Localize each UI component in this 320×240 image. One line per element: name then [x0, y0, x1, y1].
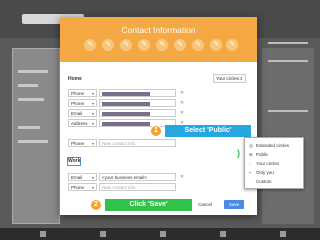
- background-text-line: [268, 42, 308, 44]
- contact-type-value: Phone: [71, 91, 85, 96]
- taskbar-icon: [40, 231, 46, 237]
- chevron-updown-icon: ⇕: [239, 76, 243, 81]
- option-label: Extended circles: [256, 143, 290, 148]
- pencil-icon[interactable]: ✎: [226, 39, 238, 51]
- home-section-label: Home: [68, 76, 82, 82]
- contact-row: Email ▾ ✕: [68, 109, 184, 117]
- contact-row: Phone ▾ ✕: [68, 89, 184, 97]
- new-contact-field[interactable]: New contact info: [99, 183, 176, 191]
- background-text-line: [18, 70, 48, 73]
- pencil-icon[interactable]: ✎: [102, 39, 114, 51]
- contact-type-value: Email: [71, 111, 83, 116]
- chevron-down-icon: ▾: [91, 111, 94, 116]
- contact-type-value: Email: [71, 175, 83, 180]
- pencil-icon[interactable]: ✎: [210, 39, 222, 51]
- contact-type-select[interactable]: Address ▾: [68, 119, 97, 127]
- dialog-header: Contact Information ✎ ✎ ✎ ✎ ✎ ✎ ✎ ✎ ✎: [60, 17, 257, 62]
- chevron-down-icon: ▾: [91, 91, 94, 96]
- new-contact-field[interactable]: New contact info: [99, 139, 176, 147]
- chevron-down-icon: ▾: [91, 101, 94, 106]
- close-icon[interactable]: ✕: [180, 173, 184, 181]
- save-button[interactable]: Save: [224, 200, 244, 209]
- home-visibility-value: Your circles: [216, 76, 240, 81]
- option-label: Only you: [256, 170, 274, 175]
- contact-row: Phone ▾ New contact info: [68, 183, 178, 191]
- contact-type-value: Address: [71, 121, 88, 126]
- pencil-icon[interactable]: ✎: [84, 39, 96, 51]
- dialog-title: Contact Information: [121, 25, 196, 35]
- contact-type-select[interactable]: Phone ▾: [68, 89, 97, 97]
- contact-type-select[interactable]: Email ▾: [68, 173, 97, 181]
- globe-icon: ⊕: [249, 152, 253, 157]
- chevron-down-icon: ▾: [91, 121, 94, 126]
- work-section-label: Work: [67, 157, 81, 166]
- cancel-button[interactable]: Cancel: [198, 200, 212, 210]
- visibility-option-public[interactable]: ⊕ Public: [249, 152, 268, 158]
- redacted-value: [102, 121, 150, 126]
- contact-value-field[interactable]: [99, 89, 176, 97]
- chevron-down-icon: ▾: [91, 175, 94, 180]
- taskbar-icon: [160, 231, 166, 237]
- chevron-down-icon: ▾: [91, 185, 94, 190]
- pencil-icon[interactable]: ✎: [174, 39, 186, 51]
- visibility-option-your-circles[interactable]: ◌ Your circles: [249, 161, 279, 167]
- background-left-panel: [12, 48, 60, 224]
- circles-icon: ◌: [249, 161, 252, 166]
- contact-row: Address ▾ ✕: [68, 119, 184, 127]
- step-2-callout: Click 'Save': [105, 199, 192, 211]
- background-text-line: [268, 60, 308, 62]
- background-right-panel: [262, 48, 314, 224]
- step-1-callout: Select 'Public': [165, 125, 251, 137]
- option-label: Public: [256, 152, 269, 157]
- home-visibility-select[interactable]: Your circles ⇕: [213, 74, 246, 83]
- contact-value-field[interactable]: [99, 99, 176, 107]
- redacted-value: [102, 101, 150, 106]
- visibility-dropdown: ◎ Extended circles ⊕ Public ◌ Your circles …: [244, 137, 304, 189]
- redacted-value: [102, 91, 150, 96]
- step-1-badge: 1: [150, 125, 162, 137]
- background-text-line: [18, 140, 48, 143]
- contact-type-value: Phone: [71, 185, 85, 190]
- contact-value-field[interactable]: [99, 109, 176, 117]
- contact-row: Phone ▾ ✕: [68, 99, 184, 107]
- pencil-icon[interactable]: ✎: [156, 39, 168, 51]
- contact-row: Phone ▾ New contact info: [68, 139, 178, 147]
- contact-type-select[interactable]: Phone ▾: [68, 139, 97, 147]
- visibility-option-only-you[interactable]: ▪ Only you: [249, 170, 274, 176]
- background-text-line: [18, 84, 38, 87]
- contact-value-field[interactable]: <your business email>: [99, 173, 176, 181]
- pencil-icon[interactable]: ✎: [192, 39, 204, 51]
- background-text-line: [268, 110, 308, 112]
- option-label: Custom: [256, 179, 272, 184]
- circles-icon: ◎: [249, 143, 253, 148]
- background-text-line: [18, 126, 40, 129]
- close-icon[interactable]: ✕: [180, 89, 184, 97]
- visibility-option-custom[interactable]: Custom: [249, 179, 272, 185]
- chevron-down-icon: ▾: [91, 141, 94, 146]
- close-icon[interactable]: ✕: [180, 99, 184, 107]
- lock-icon: ▪: [249, 170, 251, 175]
- contact-type-value: Phone: [71, 141, 85, 146]
- bracket-indicator: ): [237, 148, 240, 158]
- pencil-icon[interactable]: ✎: [138, 39, 150, 51]
- visibility-option-extended-circles[interactable]: ◎ Extended circles: [249, 143, 289, 149]
- option-label: Your circles: [256, 161, 280, 166]
- contact-type-value: Phone: [71, 101, 85, 106]
- step-2-badge: 2: [90, 199, 102, 211]
- taskbar-icon: [100, 231, 106, 237]
- contact-type-select[interactable]: Phone ▾: [68, 99, 97, 107]
- close-icon[interactable]: ✕: [180, 109, 184, 117]
- contact-type-select[interactable]: Email ▾: [68, 109, 97, 117]
- background-text-line: [18, 98, 44, 101]
- contact-row: Email ▾ <your business email> ✕: [68, 173, 184, 181]
- pencil-icon[interactable]: ✎: [120, 39, 132, 51]
- taskbar-icon: [220, 231, 226, 237]
- taskbar-icon: [280, 231, 286, 237]
- redacted-value: [102, 111, 150, 116]
- contact-type-select[interactable]: Phone ▾: [68, 183, 97, 191]
